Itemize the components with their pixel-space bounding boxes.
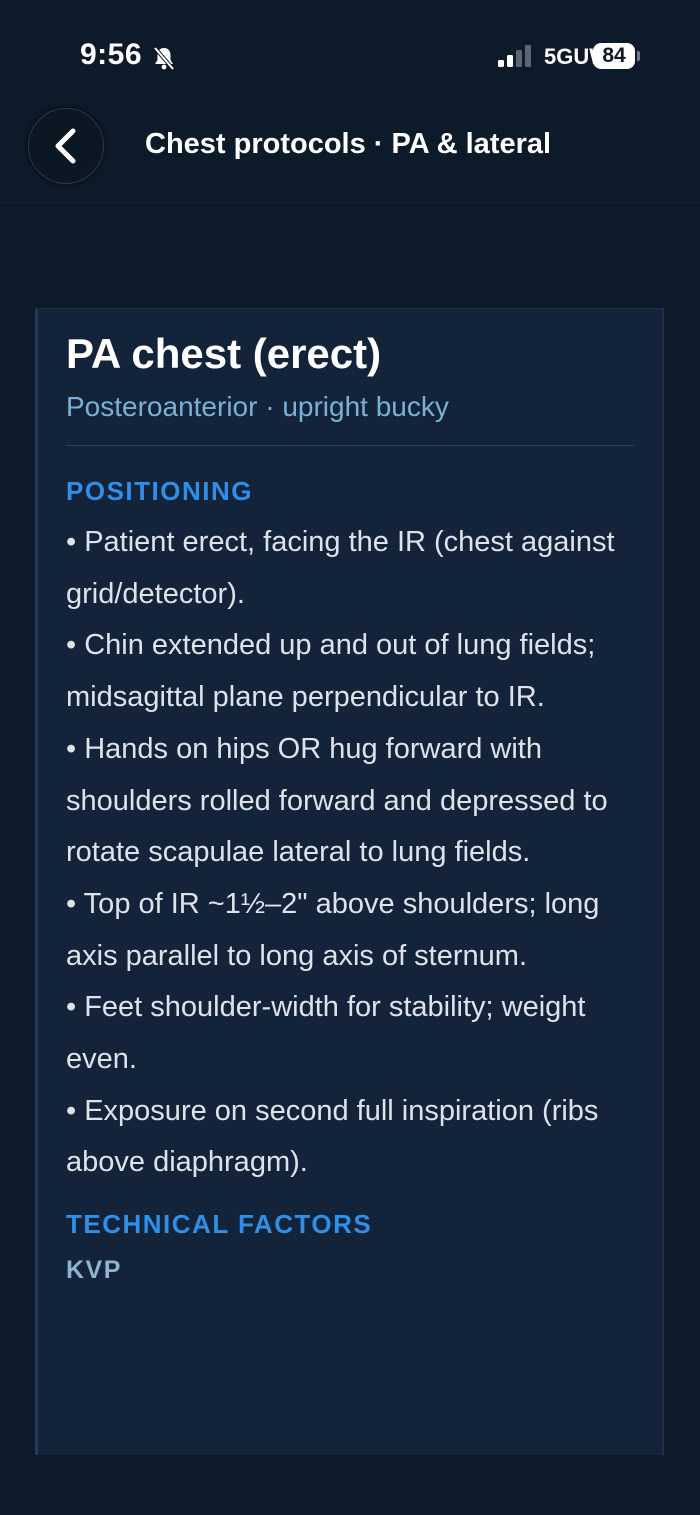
list-item: • Exposure on second full inspiration (r…	[66, 1094, 599, 1179]
status-time: 9:56	[80, 38, 143, 71]
battery-tip	[637, 51, 640, 61]
bell-slash-icon	[150, 44, 178, 72]
technical-factors-heading: TECHNICAL FACTORS	[66, 1209, 373, 1240]
card-title: PA chest (erect)	[66, 330, 382, 377]
divider	[66, 445, 634, 446]
status-bar: 9:56 5GUW 84	[0, 0, 700, 110]
battery-icon: 84	[593, 43, 635, 69]
protocol-card: PA chest (erect) Posteroanterior · uprig…	[35, 308, 664, 1455]
card-subtitle: Posteroanterior · upright bucky	[66, 391, 449, 422]
back-button[interactable]	[28, 108, 104, 184]
list-item: • Chin extended up and out of lung field…	[66, 629, 596, 714]
positioning-list: • Patient erect, facing the IR (chest ag…	[66, 517, 636, 1189]
list-item: • Hands on hips OR hug forward with shou…	[66, 732, 608, 869]
chevron-left-icon	[55, 128, 76, 164]
signal-bars-icon	[497, 44, 533, 68]
list-item: • Top of IR ~1½–2" above shoulders; long…	[66, 887, 600, 972]
card-content: PA chest (erect) Posteroanterior · uprig…	[66, 309, 636, 1285]
list-item: • Feet shoulder-width for stability; wei…	[66, 991, 586, 1076]
page-title: Chest protocols · PA & lateral	[145, 128, 552, 160]
kvp-label: KVP	[66, 1256, 122, 1285]
list-item: • Patient erect, facing the IR (chest ag…	[66, 526, 615, 610]
positioning-heading: POSITIONING	[66, 476, 253, 506]
nav-header: Chest protocols · PA & lateral	[0, 100, 700, 203]
